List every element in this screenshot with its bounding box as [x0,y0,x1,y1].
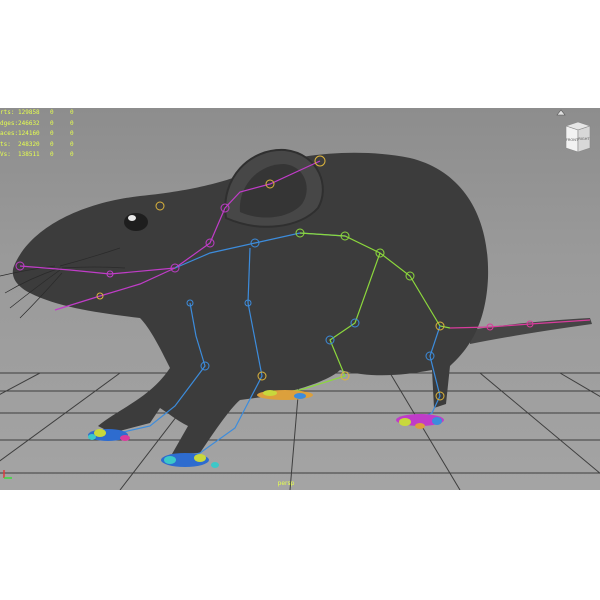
front-left-foot [88,429,130,441]
hud-value: 0 [70,140,74,148]
hud-value: 0 [70,109,74,116]
hud-label: rts: [0,109,15,116]
hud-count: 246632 [18,119,40,127]
heads-up-display: rts: 129858 0 0 dges: 246632 0 0 aces: 1… [0,108,80,161]
camera-name-label: persp [277,480,295,487]
hud-value: 0 [50,140,54,148]
hind-right-foot [396,414,444,429]
hud-count: 124160 [18,130,40,137]
hud-count: 129858 [18,109,40,116]
hud-row: aces: 124160 0 0 [0,129,80,140]
hud-label: dges: [0,119,18,127]
3d-viewport[interactable]: rts: 129858 0 0 dges: 246632 0 0 aces: 1… [0,108,600,490]
hud-value: 0 [50,119,54,127]
hud-row: dges: 246632 0 0 [0,119,80,130]
hud-value: 0 [70,130,74,137]
hud-row: rts: 129858 0 0 [0,108,80,119]
view-cube-right-label[interactable]: RIGHT [578,137,590,141]
view-cube-front-label[interactable]: FRONT [566,138,579,142]
hud-label: aces: [0,130,18,137]
rat-eye [124,213,148,231]
rat-tail [470,318,592,344]
hud-value: 0 [50,109,54,116]
hud-count: 248320 [18,140,40,148]
front-right-foot [161,453,219,468]
world-axis-icon [3,470,12,479]
view-cube[interactable]: FRONT RIGHT [562,118,594,156]
hud-value: 0 [50,151,54,158]
hud-value: 0 [50,130,54,137]
hind-left-foot [257,390,313,400]
viewcube-home-icon[interactable] [556,108,566,116]
hud-row: ts: 248320 0 0 [0,140,80,151]
hud-count: 138511 [18,151,40,158]
hud-value: 0 [70,151,74,158]
hud-row: Vs: 138511 0 0 [0,150,80,161]
hud-label: Vs: [0,151,11,158]
rat-rig-scene[interactable] [0,108,600,490]
hud-value: 0 [70,119,74,127]
hud-label: ts: [0,140,11,148]
